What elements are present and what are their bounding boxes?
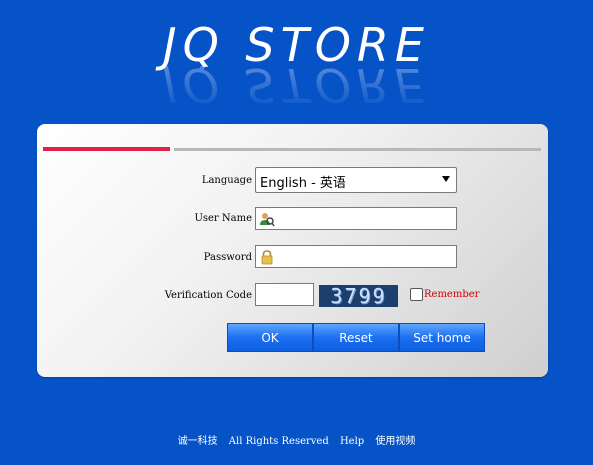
ok-button[interactable]: OK — [227, 323, 313, 352]
remember-label: Remember — [424, 289, 480, 300]
set-home-button[interactable]: Set home — [399, 323, 485, 352]
remember-checkbox[interactable] — [410, 288, 423, 301]
footer: 诚一科技 All Rights Reserved Help 使用视频 — [0, 432, 593, 447]
password-input[interactable] — [255, 245, 457, 268]
captcha-image[interactable]: 3799 — [319, 285, 398, 307]
password-label: Password — [203, 252, 252, 263]
store-logo-reflection: JQ STORE — [163, 66, 430, 112]
verification-input[interactable] — [255, 283, 314, 306]
username-input[interactable] — [255, 207, 457, 230]
accent-bar — [43, 147, 170, 151]
footer-help-link[interactable]: Help — [340, 436, 364, 447]
chevron-down-icon — [442, 176, 450, 182]
verification-label: Verification Code — [164, 290, 252, 301]
language-selected-value: English - 英语 — [260, 176, 346, 191]
store-logo: JQ STORE — [163, 18, 430, 72]
username-label: User Name — [194, 213, 252, 224]
footer-video-link[interactable]: 使用视频 — [375, 436, 415, 447]
divider-bar — [174, 148, 541, 151]
login-panel: Language English - 英语 User Name Password… — [37, 124, 548, 377]
footer-company: 诚一科技 — [177, 436, 218, 447]
language-select[interactable]: English - 英语 — [255, 167, 457, 193]
reset-button[interactable]: Reset — [313, 323, 399, 352]
language-label: Language — [201, 175, 252, 186]
footer-rights: All Rights Reserved — [228, 436, 329, 447]
user-icon — [259, 211, 275, 227]
lock-icon — [259, 249, 275, 265]
